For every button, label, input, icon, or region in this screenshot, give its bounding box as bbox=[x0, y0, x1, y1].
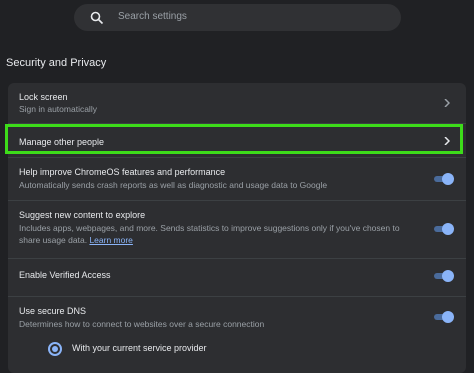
verified-access-title: Enable Verified Access bbox=[19, 270, 111, 280]
dns-provider-label: With your current service provider bbox=[72, 343, 207, 353]
secure-dns-title: Use secure DNS bbox=[19, 306, 87, 316]
suggest-content-title: Suggest new content to explore bbox=[19, 210, 146, 220]
search-input[interactable]: Search settings bbox=[118, 11, 187, 22]
secure-dns-row[interactable]: Use secure DNS Determines how to connect… bbox=[8, 297, 466, 337]
lock-screen-row[interactable]: Lock screen Sign in automatically bbox=[8, 83, 466, 123]
search-icon bbox=[90, 11, 104, 25]
help-improve-toggle[interactable] bbox=[432, 173, 454, 185]
search-bar[interactable]: Search settings bbox=[74, 4, 401, 31]
section-title: Security and Privacy bbox=[6, 57, 107, 69]
verified-access-row[interactable]: Enable Verified Access bbox=[8, 259, 466, 297]
verified-access-toggle[interactable] bbox=[432, 270, 454, 282]
secure-dns-subtitle: Determines how to connect to websites ov… bbox=[19, 319, 265, 329]
help-improve-subtitle: Automatically sends crash reports as wel… bbox=[19, 180, 328, 190]
suggest-content-toggle[interactable] bbox=[432, 223, 454, 235]
dns-provider-radio[interactable] bbox=[48, 342, 62, 356]
help-improve-row[interactable]: Help improve ChromeOS features and perfo… bbox=[8, 158, 466, 199]
suggest-content-subtitle-line1: Includes apps, webpages, and more. Sends… bbox=[19, 223, 400, 233]
highlight-box bbox=[5, 124, 463, 154]
learn-more-link[interactable]: Learn more bbox=[89, 235, 132, 245]
suggest-content-subtitle-line2: share usage data. Learn more bbox=[19, 234, 133, 246]
suggest-content-row[interactable]: Suggest new content to explore Includes … bbox=[8, 201, 466, 257]
lock-screen-title: Lock screen bbox=[19, 92, 68, 102]
help-improve-title: Help improve ChromeOS features and perfo… bbox=[19, 167, 226, 177]
secure-dns-toggle[interactable] bbox=[432, 311, 454, 323]
lock-screen-subtitle: Sign in automatically bbox=[19, 104, 97, 114]
suggest-content-subtitle-line2-text: share usage data. bbox=[19, 235, 88, 245]
chevron-right-icon bbox=[444, 99, 450, 107]
